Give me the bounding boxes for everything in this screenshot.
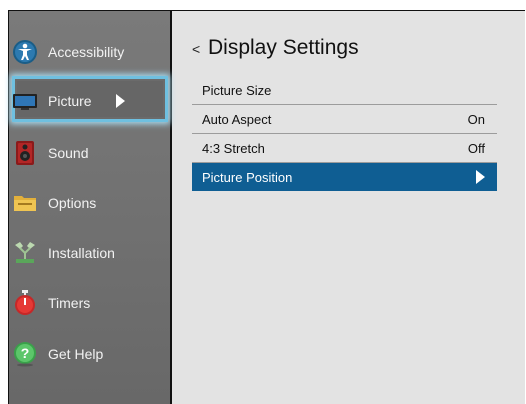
menu-row-label: Picture Size: [202, 82, 272, 98]
help-icon: ?: [12, 341, 38, 367]
stopwatch-icon: [12, 290, 38, 316]
sidebar-item-timers[interactable]: Timers: [12, 283, 162, 323]
svg-text:?: ?: [21, 345, 30, 361]
sidebar-item-accessibility[interactable]: Accessibility: [12, 32, 162, 72]
sidebar-item-label: Timers: [48, 295, 91, 311]
folder-icon: [12, 190, 38, 216]
menu-row-label: Picture Position: [202, 169, 293, 185]
sidebar-item-picture[interactable]: Picture: [12, 81, 162, 121]
back-chevron-icon[interactable]: <: [192, 41, 200, 57]
sidebar-item-label: Picture: [48, 93, 92, 109]
accessibility-icon: [12, 39, 38, 65]
tv-monitor-icon: [12, 88, 38, 114]
speaker-icon: [12, 140, 38, 166]
chevron-right-icon: [476, 170, 485, 184]
sidebar-item-label: Options: [48, 195, 97, 211]
menu-row-auto-aspect[interactable]: Auto Aspect On: [192, 105, 497, 133]
sidebar-item-installation[interactable]: Installation: [12, 233, 162, 273]
page-title: Display Settings: [208, 36, 359, 59]
sidebar-item-label: Accessibility: [48, 44, 125, 60]
chevron-right-icon: [115, 94, 125, 108]
sidebar-item-label: Get Help: [48, 346, 104, 362]
sidebar-item-label: Sound: [48, 145, 89, 161]
menu-row-value: On: [467, 111, 485, 127]
sidebar-item-sound[interactable]: Sound: [12, 133, 162, 173]
sidebar-item-get-help[interactable]: ? Get Help: [12, 334, 162, 374]
main-panel: [172, 11, 525, 404]
menu-row-picture-position[interactable]: Picture Position: [192, 163, 497, 191]
menu-row-value: Off: [467, 140, 485, 156]
menu-row-label: Auto Aspect: [202, 111, 272, 127]
sidebar-item-options[interactable]: Options: [12, 183, 162, 223]
menu-row-label: 4:3 Stretch: [202, 140, 265, 156]
sidebar-item-label: Installation: [48, 245, 115, 261]
menu-row-4-3-stretch[interactable]: 4:3 Stretch Off: [192, 134, 497, 162]
menu-row-picture-size[interactable]: Picture Size: [192, 76, 497, 104]
network-icon: [12, 240, 38, 266]
